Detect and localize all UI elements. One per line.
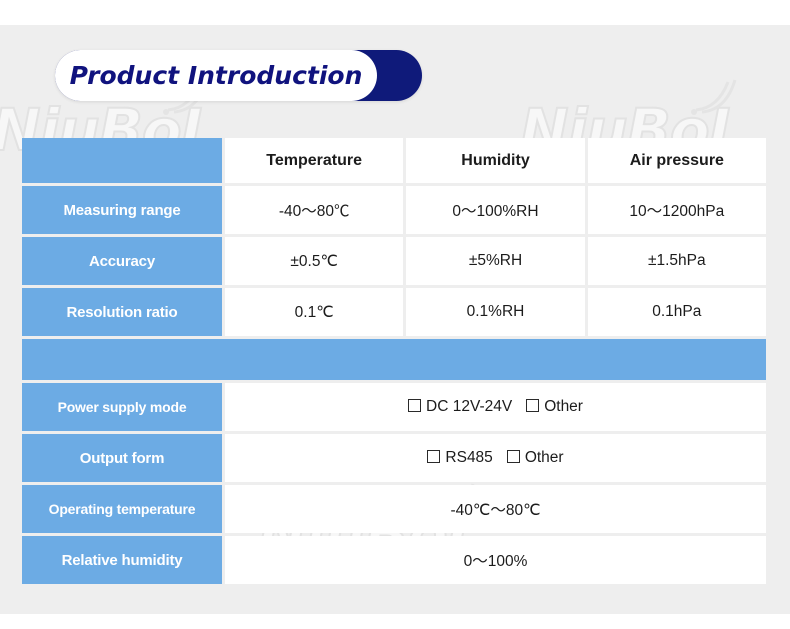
cell-power-supply-options: DC 12V-24V Other — [225, 383, 766, 431]
section-title-pill: Product Introduction — [55, 50, 377, 101]
table-row: Output form RS485 Other — [22, 434, 766, 482]
option-rs485[interactable]: RS485 — [427, 449, 493, 467]
table-row: Operating temperature -40℃～80℃ — [22, 485, 766, 533]
page-title: Product Introduction — [69, 61, 363, 90]
cell-measuring-range-air-pressure: 10～1200hPa — [587, 186, 766, 234]
table-row: Power supply mode DC 12V-24V Other — [22, 383, 766, 431]
checkbox-icon[interactable] — [506, 450, 520, 463]
page-root: NiuBoL NiuBoL NiuBoL — [0, 0, 790, 629]
cell-resolution-temperature: 0.1℃ — [225, 288, 404, 336]
table-row: Accuracy ±0.5℃ ±5%RH ±1.5hPa — [22, 237, 766, 285]
product-spec-table: Temperature Humidity Air pressure Measur… — [22, 138, 766, 587]
row-label-accuracy: Accuracy — [22, 237, 222, 285]
section-title-badge: Product Introduction — [55, 50, 422, 101]
header-cell-air-pressure: Air pressure — [587, 138, 766, 183]
cell-relative-humidity-value: 0～100% — [225, 536, 766, 584]
option-label: Other — [544, 398, 583, 415]
checkbox-icon[interactable] — [408, 399, 422, 412]
cell-output-form-options: RS485 Other — [225, 434, 766, 482]
header-cell-humidity: Humidity — [406, 138, 585, 183]
table-separator-band — [22, 339, 766, 380]
option-dc-12v-24v[interactable]: DC 12V-24V — [408, 398, 512, 416]
cell-accuracy-humidity: ±5%RH — [406, 237, 585, 285]
header-cell-temperature: Temperature — [225, 138, 404, 183]
table-row: Resolution ratio 0.1℃ 0.1%RH 0.1hPa — [22, 288, 766, 336]
option-output-other[interactable]: Other — [506, 449, 564, 467]
option-label: Other — [524, 449, 564, 466]
checkbox-icon[interactable] — [427, 450, 441, 463]
separator-fill — [22, 339, 766, 380]
cell-resolution-humidity: 0.1%RH — [406, 288, 585, 336]
option-label: RS485 — [445, 449, 493, 466]
row-label-power-supply-mode: Power supply mode — [22, 383, 222, 431]
option-label: DC 12V-24V — [426, 398, 513, 415]
option-power-other[interactable]: Other — [526, 398, 583, 416]
cell-measuring-range-humidity: 0～100%RH — [406, 186, 585, 234]
cell-accuracy-air-pressure: ±1.5hPa — [587, 237, 766, 285]
header-cell-blank — [22, 138, 222, 183]
row-label-measuring-range: Measuring range — [22, 186, 222, 234]
table-row: Relative humidity 0～100% — [22, 536, 766, 584]
row-label-resolution-ratio: Resolution ratio — [22, 288, 222, 336]
checkbox-icon[interactable] — [526, 399, 540, 412]
row-label-operating-temperature: Operating temperature — [22, 485, 222, 533]
cell-accuracy-temperature: ±0.5℃ — [225, 237, 404, 285]
table-header-row: Temperature Humidity Air pressure — [22, 138, 766, 183]
row-label-relative-humidity: Relative humidity — [22, 536, 222, 584]
cell-measuring-range-temperature: -40～80℃ — [225, 186, 404, 234]
cell-operating-temperature-value: -40℃～80℃ — [225, 485, 766, 533]
table-row: Measuring range -40～80℃ 0～100%RH 10～1200… — [22, 186, 766, 234]
cell-resolution-air-pressure: 0.1hPa — [587, 288, 766, 336]
row-label-output-form: Output form — [22, 434, 222, 482]
